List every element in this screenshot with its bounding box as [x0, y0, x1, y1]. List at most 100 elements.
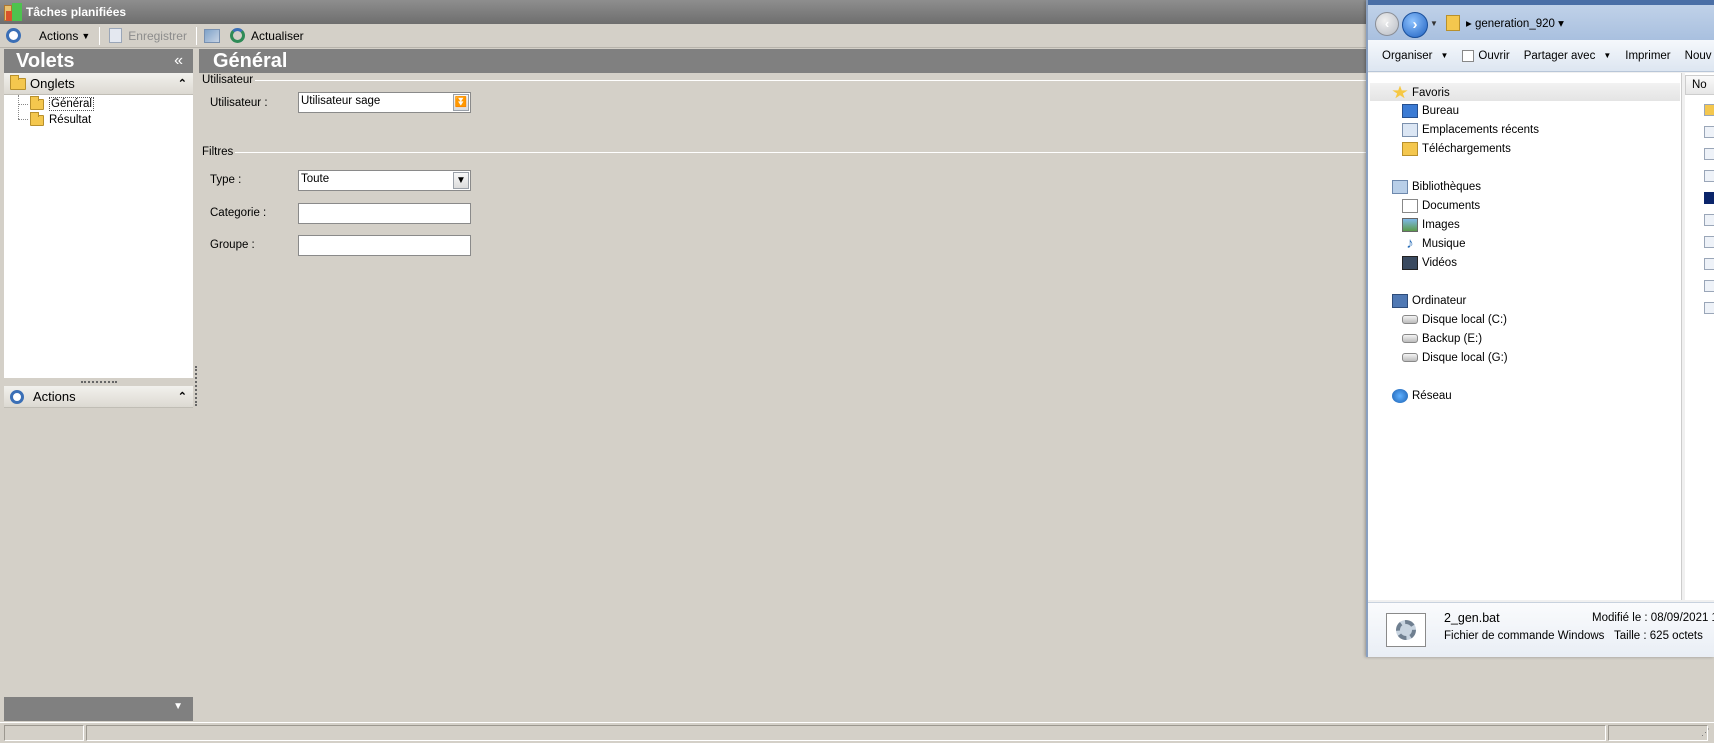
back-arrow-icon[interactable]: ‹: [1375, 12, 1399, 36]
desktop-icon: [1402, 103, 1418, 118]
open-icon: [1462, 49, 1475, 62]
details-pane: 2_gen.bat Fichier de commande Windows Mo…: [1368, 602, 1714, 657]
explorer-address-bar: ‹ › ▼ ▸ generation_920 ▾: [1368, 0, 1714, 40]
nav-computer[interactable]: Ordinateur: [1392, 292, 1466, 309]
left-panel: Volets « Onglets ⌃ Général Résultat Acti…: [4, 49, 193, 725]
nav-documents[interactable]: Documents: [1402, 197, 1480, 214]
share-button[interactable]: Partager avec ▼: [1510, 50, 1612, 62]
save-document-icon: [109, 28, 123, 43]
tree-item-label: Général: [49, 97, 94, 111]
open-label: Ouvrir: [1478, 49, 1510, 62]
toolbar-separator: [99, 26, 101, 45]
file-icon[interactable]: [1704, 148, 1714, 160]
panel-footer[interactable]: ▼: [4, 697, 193, 721]
chevron-up-icon[interactable]: ⌃: [178, 77, 187, 90]
chevron-down-icon[interactable]: ▼: [453, 172, 469, 189]
file-icon[interactable]: [1704, 258, 1714, 270]
vertical-splitter[interactable]: [195, 366, 197, 406]
nav-libraries[interactable]: Bibliothèques: [1392, 178, 1481, 195]
name-column-header[interactable]: No: [1685, 75, 1714, 95]
recent-pages-dropdown-icon[interactable]: ▼: [1430, 19, 1438, 28]
double-chevron-down-icon[interactable]: ⏬: [453, 94, 469, 111]
file-icon[interactable]: [1704, 214, 1714, 226]
user-select-value: Utilisateur sage: [301, 95, 381, 107]
print-button[interactable]: Imprimer: [1611, 50, 1670, 62]
user-group-title: Utilisateur: [202, 74, 256, 86]
nav-label: Ordinateur: [1412, 294, 1467, 307]
actions-menu-label: Actions: [39, 28, 79, 43]
nav-label: Musique: [1422, 237, 1466, 250]
chevron-down-icon: ▼: [1603, 51, 1612, 60]
title-bar: Tâches planifiées: [0, 0, 1370, 24]
type-select[interactable]: Toute ▼: [298, 170, 471, 191]
group-field[interactable]: [298, 235, 471, 256]
actions-menu-button[interactable]: Actions ▼: [33, 25, 96, 47]
tree-item-resultat[interactable]: Résultat: [18, 111, 91, 128]
actions-circle-icon: [10, 389, 24, 404]
status-cell: [4, 725, 84, 741]
explorer-command-bar: Organiser ▼ Ouvrir Partager avec ▼ Imprime…: [1368, 40, 1714, 72]
folder-icon: [30, 111, 44, 126]
nav-favorites[interactable]: Favoris: [1392, 84, 1450, 101]
nav-label: Bibliothèques: [1412, 180, 1482, 193]
chevron-down-icon: ▼: [81, 30, 91, 41]
nav-drive-e[interactable]: Backup (E:): [1402, 330, 1482, 347]
new-folder-button[interactable]: Nouv: [1671, 50, 1712, 62]
resize-grip-icon[interactable]: ⋰: [1701, 727, 1710, 738]
image-icon: [1402, 217, 1418, 232]
page-title: Général: [199, 49, 1370, 73]
save-button[interactable]: Enregistrer: [103, 25, 193, 47]
user-label: Utilisateur :: [210, 97, 268, 109]
nav-recent-places[interactable]: Emplacements récents: [1402, 121, 1539, 138]
user-select[interactable]: Utilisateur sage ⏬: [298, 92, 471, 113]
tabs-section-header[interactable]: Onglets ⌃: [4, 73, 193, 95]
tabs-section-title: Onglets: [30, 76, 75, 91]
nav-label: Disque local (G:): [1422, 351, 1508, 364]
nav-music[interactable]: ♪ Musique: [1402, 235, 1465, 252]
actions-icon-button[interactable]: [0, 25, 33, 47]
nav-network[interactable]: Réseau: [1392, 387, 1452, 404]
actions-section-title: Actions: [33, 389, 76, 404]
tree-item-general[interactable]: Général: [18, 95, 94, 112]
window-title: Tâches planifiées: [26, 5, 127, 19]
folder-icon: [10, 74, 26, 90]
document-icon: [1402, 198, 1418, 213]
nav-label: Documents: [1422, 199, 1481, 212]
organize-button[interactable]: Organiser ▼: [1368, 50, 1448, 62]
file-icon[interactable]: [1704, 302, 1714, 314]
actions-section-header[interactable]: Actions ⌃: [4, 386, 193, 408]
nav-bureau[interactable]: Bureau: [1402, 102, 1459, 119]
address-path[interactable]: ▸ generation_920 ▾: [1466, 16, 1564, 30]
file-icon[interactable]: [1704, 236, 1714, 248]
open-button[interactable]: Ouvrir: [1448, 49, 1510, 62]
file-icon[interactable]: [1704, 192, 1714, 204]
file-icon[interactable]: [1704, 280, 1714, 292]
panel-splitter[interactable]: [4, 378, 193, 386]
nav-label: Favoris: [1412, 86, 1450, 99]
nav-drive-g[interactable]: Disque local (G:): [1402, 349, 1508, 366]
nav-videos[interactable]: Vidéos: [1402, 254, 1457, 271]
folder-icon[interactable]: [1704, 104, 1714, 116]
downloads-icon: [1402, 141, 1418, 156]
forward-arrow-icon[interactable]: ›: [1402, 12, 1428, 38]
chevron-up-icon[interactable]: ⌃: [178, 390, 187, 403]
libraries-icon: [1392, 179, 1408, 194]
explorer-title-strip: [1368, 0, 1714, 5]
refresh-button[interactable]: Actualiser: [224, 25, 310, 47]
nav-images[interactable]: Images: [1402, 216, 1460, 233]
recent-places-icon: [1402, 122, 1418, 137]
nav-label: Réseau: [1412, 389, 1452, 402]
nav-downloads[interactable]: Téléchargements: [1402, 140, 1511, 157]
nav-label: Disque local (C:): [1422, 313, 1507, 326]
video-icon: [1402, 255, 1418, 270]
chevron-down-icon[interactable]: ▼: [173, 701, 183, 712]
actions-circle-icon: [6, 28, 21, 43]
group-divider: [251, 80, 1370, 81]
nav-drive-c[interactable]: Disque local (C:): [1402, 311, 1507, 328]
collapse-panel-button[interactable]: «: [174, 52, 183, 70]
layers-icon[interactable]: [203, 28, 220, 43]
chevron-down-icon: ▼: [1440, 51, 1449, 60]
file-icon[interactable]: [1704, 126, 1714, 138]
category-field[interactable]: [298, 203, 471, 224]
file-icon[interactable]: [1704, 170, 1714, 182]
